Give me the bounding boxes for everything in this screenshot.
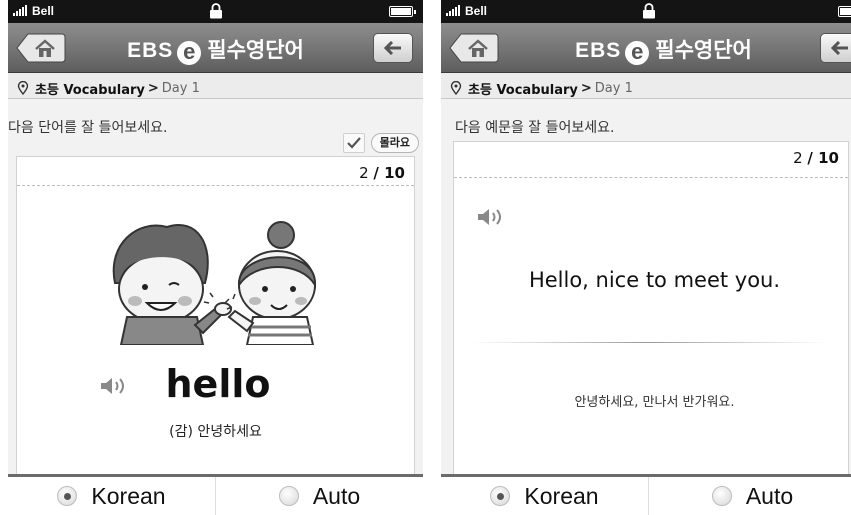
carrier-name: Bell [465, 4, 488, 18]
word-meaning: (감) 안녕하세요 [169, 424, 262, 440]
option-auto[interactable]: Auto [215, 477, 423, 515]
korean-radio[interactable] [57, 486, 78, 506]
app-header: EBS e 필수영단어 [8, 23, 423, 73]
breadcrumb-level-2: Day 1 [161, 80, 200, 96]
signal-icon [13, 5, 27, 16]
dashed-divider [17, 185, 414, 186]
battery-icon [389, 6, 416, 17]
phone-sentence-screen: Bell EBS e 필수영단어 초등 Vocabulary > Day 1 다음 … [441, 0, 851, 515]
ebs-e-logo: e [177, 41, 202, 65]
option-label: Korean [524, 482, 599, 509]
location-pin-icon [450, 81, 462, 95]
app-title: EBS e 필수영단어 [8, 34, 423, 65]
mark-known-checkbox[interactable] [342, 133, 365, 153]
breadcrumb: 초등 Vocabulary > Day 1 [441, 73, 851, 99]
progress-counter: 2 / 10 [793, 149, 839, 167]
option-korean[interactable]: Korean [441, 477, 648, 515]
status-bar: Bell [441, 0, 851, 23]
dont-know-control: 몰라요 [342, 133, 419, 153]
audio-mode-bar: Korean Auto [441, 474, 851, 515]
title-text: 필수영단어 [207, 38, 304, 62]
title-brand: EBS [127, 39, 174, 62]
checkmark-icon [346, 137, 361, 149]
title-brand: EBS [575, 39, 622, 62]
sentence-divider [471, 342, 826, 343]
example-sentence: Hello, nice to meet you. [528, 268, 781, 292]
option-auto[interactable]: Auto [648, 477, 851, 515]
breadcrumb-level-2: Day 1 [594, 80, 633, 96]
dont-know-button[interactable]: 몰라요 [370, 133, 419, 153]
vocab-word: hello [165, 362, 271, 406]
greeting-kids-illustration [112, 221, 317, 345]
ebs-e-logo: e [625, 41, 650, 65]
title-text: 필수영단어 [655, 38, 752, 62]
speaker-icon[interactable] [100, 376, 130, 396]
speaker-icon[interactable] [477, 207, 507, 227]
auto-radio[interactable] [278, 486, 299, 506]
korean-radio[interactable] [490, 486, 511, 506]
app-header: EBS e 필수영단어 [441, 23, 851, 73]
status-bar: Bell [8, 0, 423, 23]
carrier-name: Bell [32, 4, 55, 18]
back-arrow-icon [384, 41, 401, 55]
option-label: Auto [312, 482, 361, 509]
option-korean[interactable]: Korean [8, 477, 215, 515]
instruction-text: 다음 예문을 잘 들어보세요. [455, 120, 615, 136]
back-button[interactable] [373, 33, 413, 63]
lock-icon [642, 3, 655, 19]
chevron-right-icon: > [147, 80, 159, 96]
phone-word-screen: Bell EBS e 필수영단어 초등 Vocabulary > Day 1 다음 … [8, 0, 423, 515]
back-button[interactable] [820, 33, 851, 63]
lock-icon [209, 3, 222, 19]
instruction-text: 다음 단어를 잘 들어보세요. [8, 120, 168, 136]
breadcrumb-level-1[interactable]: 초등 Vocabulary [468, 79, 578, 98]
sentence-translation: 안녕하세요, 만나서 반가워요. [574, 395, 735, 410]
option-label: Korean [91, 482, 166, 509]
dashed-divider [454, 177, 848, 178]
audio-mode-bar: Korean Auto [8, 474, 423, 515]
signal-icon [446, 5, 460, 16]
sentence-card: 2 / 10 [453, 141, 849, 476]
option-label: Auto [745, 482, 794, 509]
progress-counter: 2 / 10 [359, 164, 405, 182]
breadcrumb-level-1[interactable]: 초등 Vocabulary [35, 79, 145, 98]
auto-radio[interactable] [711, 486, 732, 506]
battery-icon [838, 6, 851, 17]
breadcrumb: 초등 Vocabulary > Day 1 [8, 73, 423, 99]
app-title: EBS e 필수영단어 [471, 34, 851, 65]
location-pin-icon [17, 81, 29, 95]
back-arrow-icon [831, 41, 848, 55]
chevron-right-icon: > [580, 80, 592, 96]
